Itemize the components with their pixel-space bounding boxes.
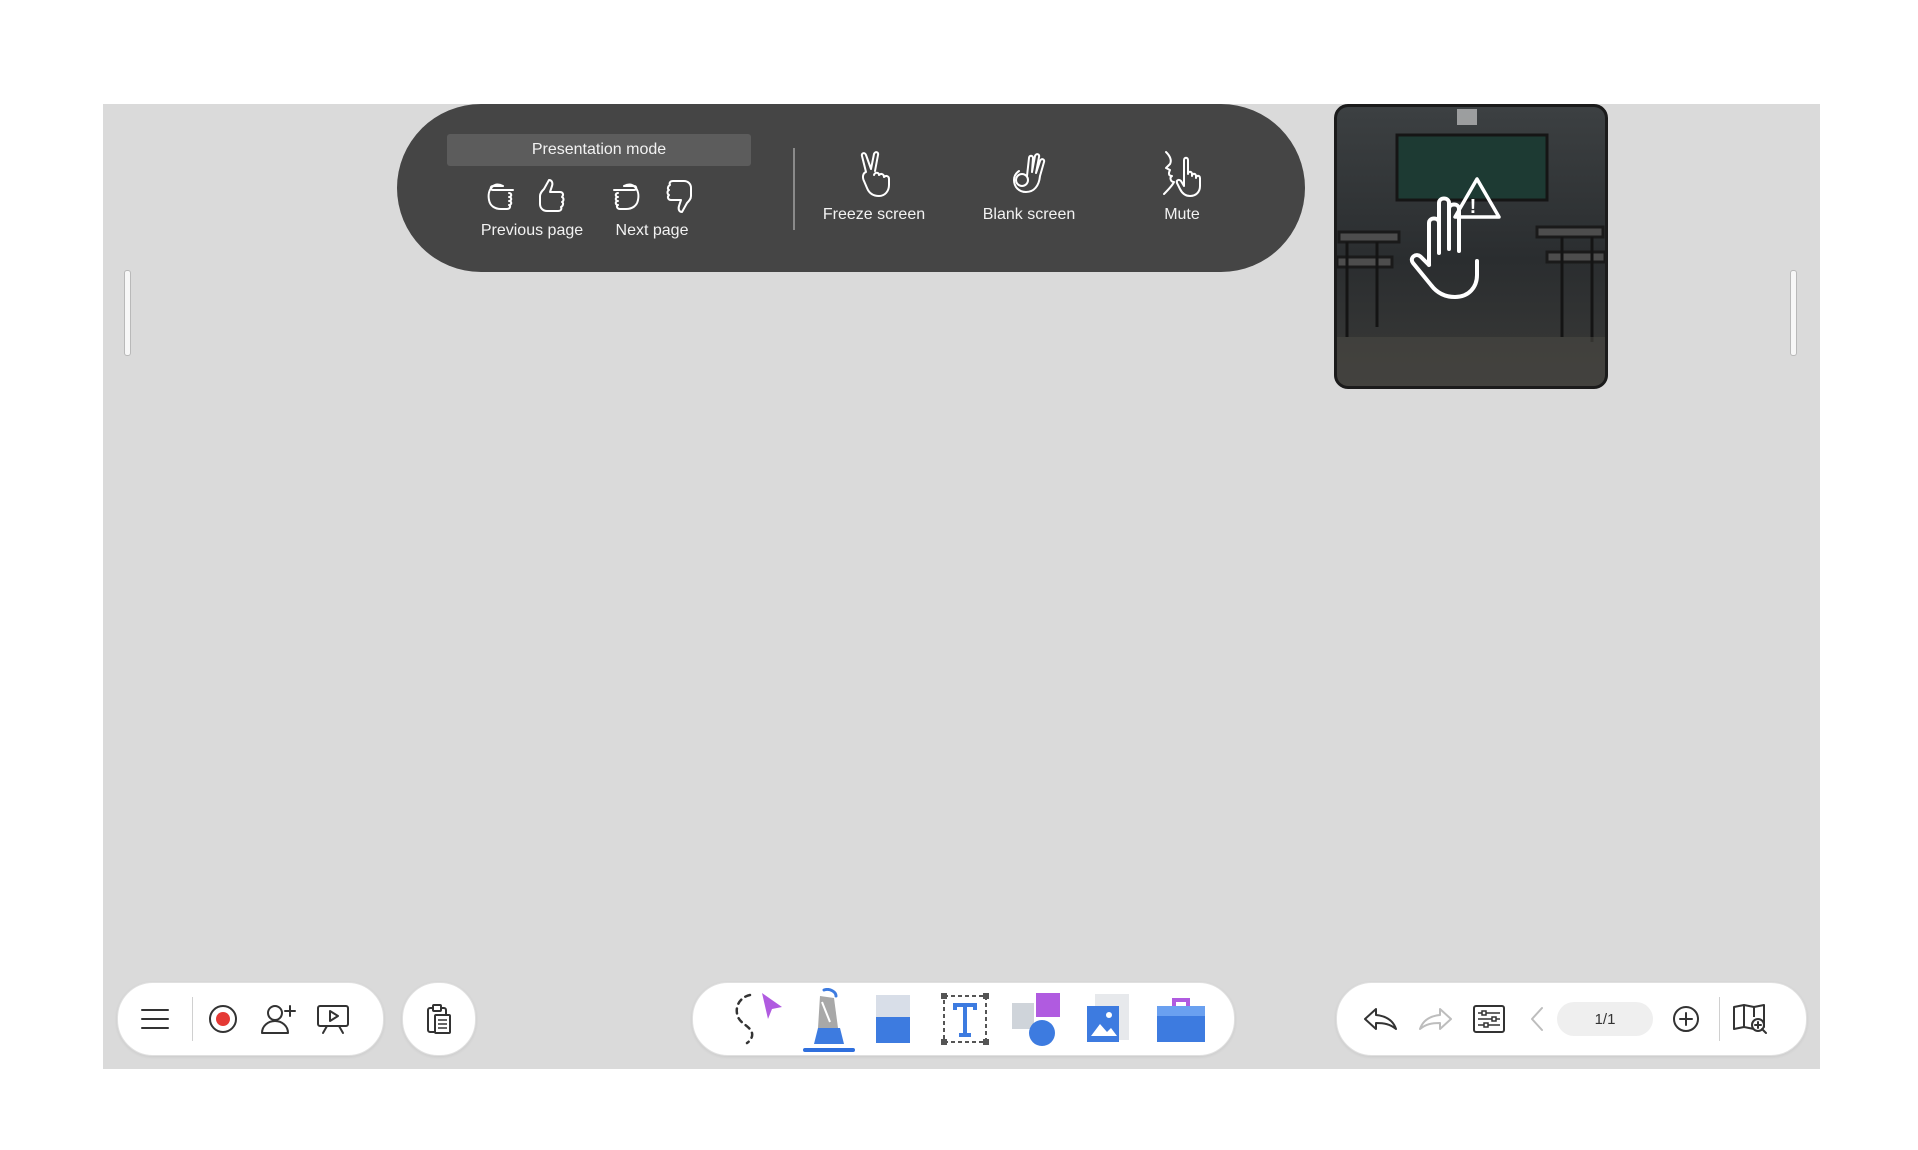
mute-label: Mute: [1164, 206, 1200, 223]
add-user-button[interactable]: [253, 1003, 305, 1035]
tools-toolbar: [692, 982, 1235, 1056]
clipboard-toolbar: [402, 982, 476, 1056]
pen-tool-button[interactable]: [797, 988, 857, 1052]
ok-hand-icon: [1013, 153, 1046, 193]
camera-preview: !: [1334, 104, 1608, 389]
point-left-hand-icon: [487, 183, 514, 210]
redo-icon: [1419, 1008, 1452, 1030]
shush-icon: [1163, 151, 1201, 197]
blank-screen-label: Blank screen: [982, 206, 1076, 223]
record-button[interactable]: [193, 1003, 253, 1035]
point-right-hand-icon: [613, 183, 640, 210]
right-edge-handle[interactable]: [1790, 270, 1797, 356]
present-icon: [317, 1005, 349, 1034]
add-page-button[interactable]: [1653, 1004, 1719, 1034]
add-page-icon: [1673, 1006, 1699, 1032]
presentation-mode-header: Presentation mode: [447, 134, 751, 166]
eraser-icon: [876, 995, 910, 1043]
svg-text:!: !: [1470, 196, 1477, 218]
image-tool-button[interactable]: [1073, 992, 1145, 1046]
next-page-gestures: [606, 176, 700, 216]
page-indicator[interactable]: 1/1: [1557, 1002, 1653, 1036]
text-icon: [941, 993, 989, 1045]
present-button[interactable]: [305, 1003, 361, 1035]
navigation-toolbar: 1/1: [1336, 982, 1807, 1056]
clipboard-button[interactable]: [425, 1003, 453, 1035]
text-tool-button[interactable]: [929, 993, 1001, 1045]
clipboard-icon: [427, 1004, 451, 1034]
classroom-feed: !: [1337, 107, 1605, 386]
page-overview-button[interactable]: [1720, 1003, 1780, 1035]
shapes-tool-button[interactable]: [1001, 991, 1073, 1047]
mute-gesture: Mute: [1117, 148, 1247, 224]
record-icon: [209, 1005, 237, 1033]
eraser-tool-button[interactable]: [857, 991, 929, 1047]
undo-button[interactable]: [1353, 1005, 1409, 1033]
gesture-panel: Presentation mode Previous page Next pag…: [397, 104, 1305, 272]
victory-hand-icon: [860, 151, 890, 197]
previous-page-label: Previous page: [480, 222, 584, 239]
active-tool-indicator: [803, 1048, 855, 1052]
prev-page-icon: [1531, 1007, 1543, 1031]
lasso-select-icon: [735, 993, 782, 1045]
undo-icon: [1364, 1008, 1397, 1030]
freeze-screen-label: Freeze screen: [822, 206, 926, 223]
page-overview-icon: [1733, 1004, 1767, 1034]
toolbox-icon: [1157, 998, 1205, 1042]
previous-page-gestures: [479, 176, 573, 216]
thumbs-up-icon: [539, 179, 565, 212]
menu-icon: [141, 1009, 169, 1029]
panel-divider: [793, 148, 795, 230]
page-settings-button[interactable]: [1461, 1004, 1517, 1034]
blank-screen-gesture: Blank screen: [964, 148, 1094, 224]
select-tool-button[interactable]: [721, 989, 797, 1049]
previous-page-button[interactable]: [1517, 1006, 1557, 1032]
freeze-screen-gesture: Freeze screen: [809, 148, 939, 224]
add-user-icon: [261, 1005, 296, 1034]
thumbs-down-icon: [666, 180, 692, 213]
next-page-label: Next page: [615, 222, 689, 239]
image-icon: [1087, 994, 1129, 1042]
settings-icon: [1473, 1005, 1505, 1033]
menu-button[interactable]: [118, 1007, 192, 1031]
redo-button[interactable]: [1409, 1005, 1461, 1033]
left-toolbar: [117, 982, 384, 1056]
shapes-icon: [1012, 993, 1060, 1046]
toolbox-button[interactable]: [1145, 994, 1217, 1044]
pen-icon: [814, 988, 844, 1044]
left-edge-handle[interactable]: [124, 270, 131, 356]
